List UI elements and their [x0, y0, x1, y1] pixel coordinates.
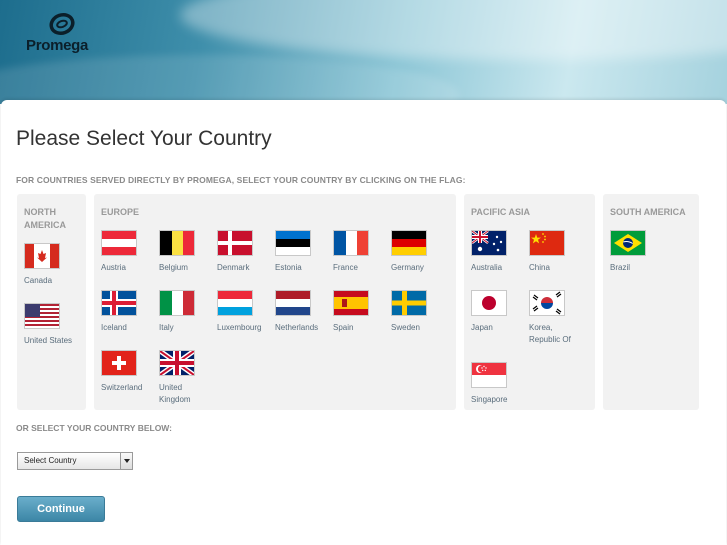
promega-logo-icon [49, 12, 75, 36]
country-name: Brazil [610, 263, 631, 272]
flag-instruction: FOR COUNTRIES SERVED DIRECTLY BY PROMEGA… [16, 175, 466, 185]
country-select-dropdown[interactable]: Select Country [17, 452, 133, 470]
country-name: Estonia [275, 263, 302, 272]
region-title: EUROPE [101, 207, 140, 217]
netherlands-flag-icon [275, 290, 311, 316]
france-flag-icon [333, 230, 369, 256]
germany-flag-icon [391, 230, 427, 256]
select-value: Select Country [24, 456, 77, 465]
australia-flag-icon [471, 230, 507, 256]
country-name: Australia [471, 263, 503, 272]
chevron-down-icon[interactable] [120, 453, 132, 469]
or-select-label: OR SELECT YOUR COUNTRY BELOW: [16, 423, 173, 433]
country-name: China [529, 263, 550, 272]
country-belgium[interactable]: Belgium [159, 230, 215, 274]
country-china[interactable]: China [529, 230, 585, 274]
country-name: Italy [159, 323, 174, 332]
page-title: Please Select Your Country [16, 127, 272, 150]
country-germany[interactable]: Germany [391, 230, 447, 274]
country-united-states[interactable]: United States [24, 303, 80, 347]
united-kingdom-flag-icon [159, 350, 195, 376]
austria-flag-icon [101, 230, 137, 256]
country-brazil[interactable]: Brazil [610, 230, 666, 274]
italy-flag-icon [159, 290, 195, 316]
country-estonia[interactable]: Estonia [275, 230, 331, 274]
canada-flag-icon [24, 243, 60, 269]
country-japan[interactable]: Japan [471, 290, 527, 334]
country-name: Canada [24, 276, 53, 285]
country-denmark[interactable]: Denmark [217, 230, 273, 274]
country-name: Switzerland [101, 383, 143, 392]
singapore-flag-icon [471, 362, 507, 388]
promega-logo[interactable]: Promega [26, 12, 106, 58]
country-singapore[interactable]: Singapore [471, 362, 527, 406]
region-north-america: NORTH AMERICA Canada United States [17, 194, 86, 410]
sweden-flag-icon [391, 290, 427, 316]
country-name: Japan [471, 323, 493, 332]
country-name: France [333, 263, 358, 272]
country-name: Belgium [159, 263, 188, 272]
country-name: Sweden [391, 323, 420, 332]
region-title: PACIFIC ASIA [471, 207, 531, 217]
switzerland-flag-icon [101, 350, 137, 376]
belgium-flag-icon [159, 230, 195, 256]
country-name: Spain [333, 323, 354, 332]
banner-highlight-2 [0, 55, 460, 104]
country-name: Denmark [217, 263, 250, 272]
region-pacific-asia: PACIFIC ASIA Australia China Japan Korea… [464, 194, 595, 410]
korea-flag-icon [529, 290, 565, 316]
country-name: Singapore [471, 395, 508, 404]
china-flag-icon [529, 230, 565, 256]
region-title: SOUTH AMERICA [610, 207, 686, 217]
estonia-flag-icon [275, 230, 311, 256]
japan-flag-icon [471, 290, 507, 316]
country-iceland[interactable]: Iceland [101, 290, 157, 334]
country-united-kingdom[interactable]: United Kingdom [159, 350, 215, 406]
country-name: Netherlands [275, 323, 319, 332]
country-name: Luxembourg [217, 323, 262, 332]
banner-highlight [180, 0, 727, 60]
country-korea-republic-of[interactable]: Korea, Republic Of [529, 290, 585, 346]
country-name: United Kingdom [159, 383, 191, 404]
brazil-flag-icon [610, 230, 646, 256]
country-sweden[interactable]: Sweden [391, 290, 447, 334]
country-netherlands[interactable]: Netherlands [275, 290, 331, 334]
country-australia[interactable]: Australia [471, 230, 527, 274]
header-banner: Promega [0, 0, 727, 104]
country-selector-panel: Please Select Your Country FOR COUNTRIES… [1, 100, 726, 545]
country-canada[interactable]: Canada [24, 243, 80, 287]
region-europe: EUROPE Austria Belgium Denmark Estonia F… [94, 194, 456, 410]
country-france[interactable]: France [333, 230, 389, 274]
country-name: Iceland [101, 323, 127, 332]
country-switzerland[interactable]: Switzerland [101, 350, 157, 394]
country-name: Germany [391, 263, 424, 272]
region-title: NORTH AMERICA [24, 207, 66, 230]
country-name: Austria [101, 263, 126, 272]
country-austria[interactable]: Austria [101, 230, 157, 274]
denmark-flag-icon [217, 230, 253, 256]
country-name: United States [24, 336, 73, 345]
continue-button[interactable]: Continue [17, 496, 105, 522]
luxembourg-flag-icon [217, 290, 253, 316]
country-italy[interactable]: Italy [159, 290, 215, 334]
united-states-flag-icon [24, 303, 60, 329]
brand-name: Promega [26, 37, 89, 54]
country-name: Korea, Republic Of [529, 323, 571, 344]
country-spain[interactable]: Spain [333, 290, 389, 334]
region-south-america: SOUTH AMERICA Brazil [603, 194, 699, 410]
iceland-flag-icon [101, 290, 137, 316]
spain-flag-icon [333, 290, 369, 316]
country-luxembourg[interactable]: Luxembourg [217, 290, 273, 334]
